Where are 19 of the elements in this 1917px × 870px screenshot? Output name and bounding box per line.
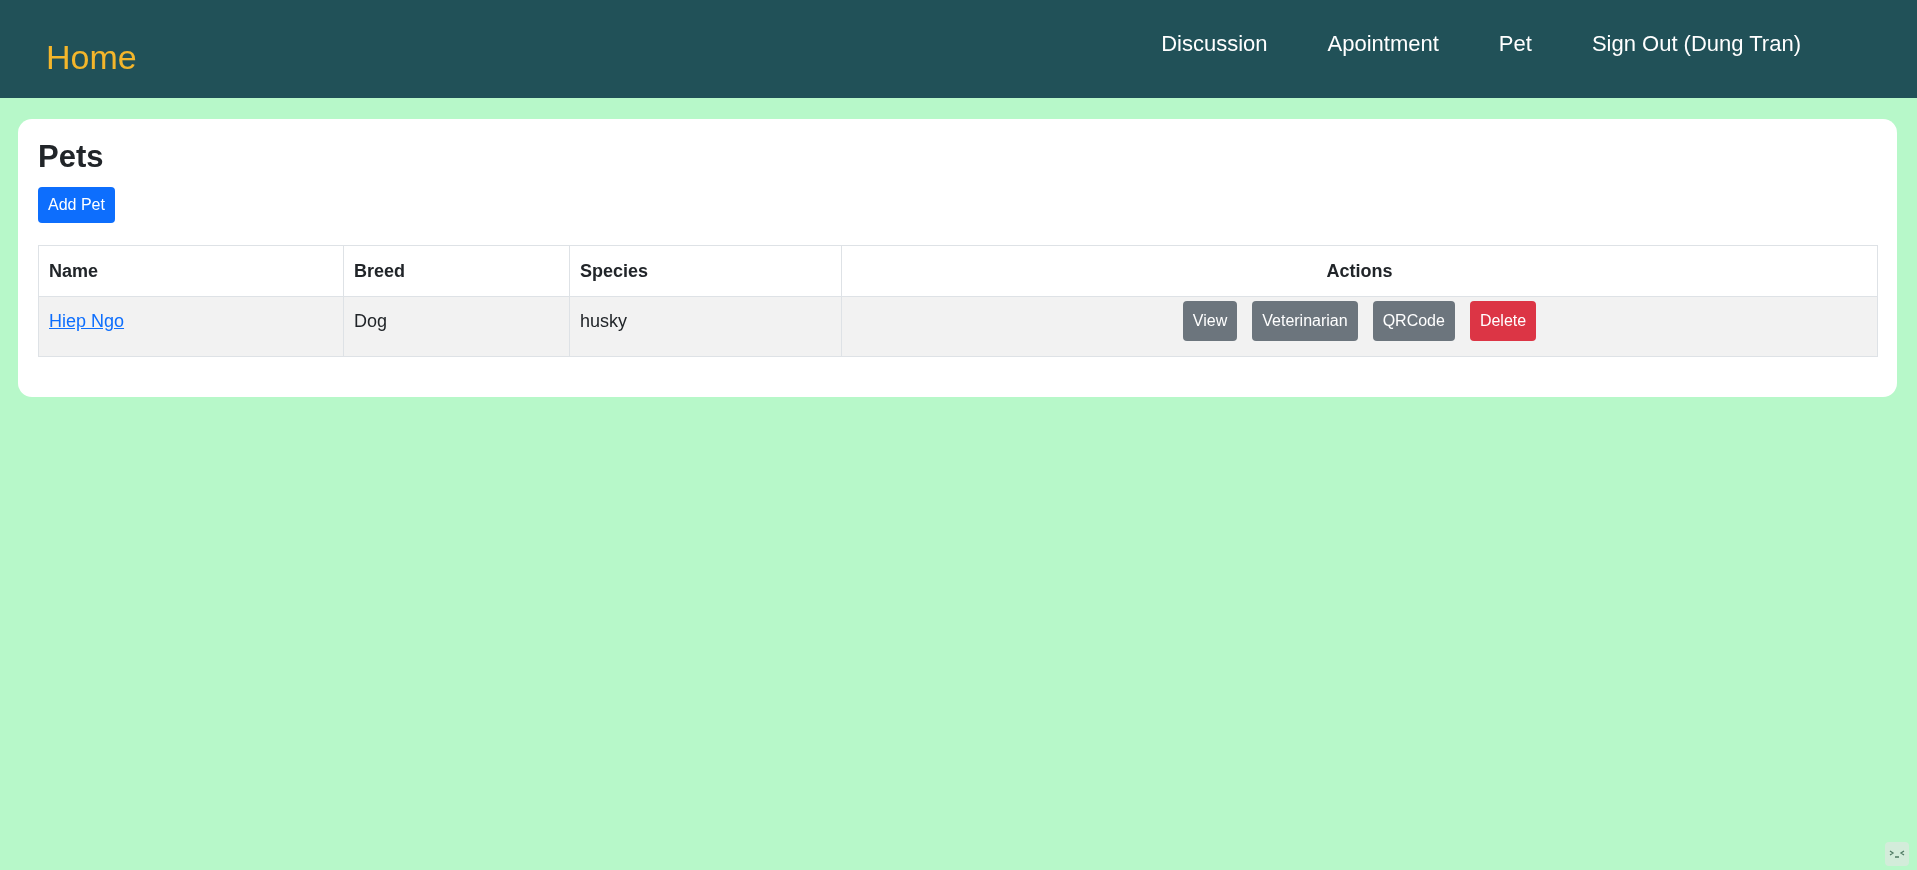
column-header: Name	[38, 245, 344, 297]
table-cell: Dog	[343, 296, 570, 357]
action-button[interactable]: Veterinarian	[1252, 301, 1358, 341]
nav-link[interactable]: Apointment	[1327, 31, 1439, 57]
action-button[interactable]: QRCode	[1372, 301, 1455, 341]
action-button[interactable]: View	[1182, 301, 1238, 341]
column-header: Actions	[841, 245, 1878, 297]
nav-link[interactable]: Discussion	[1161, 31, 1268, 57]
nav-link[interactable]: Pet	[1498, 31, 1532, 57]
table-cell: husky	[569, 296, 842, 357]
brand-link[interactable]: Home	[46, 37, 1162, 77]
face-icon[interactable]	[1885, 842, 1909, 866]
nav-link[interactable]: Sign Out (Dung Tran)	[1591, 31, 1801, 57]
action-button[interactable]: Delete	[1469, 301, 1537, 341]
column-header: Species	[569, 245, 842, 297]
add-pet-button[interactable]: Add Pet	[38, 187, 115, 223]
page-title: Pets	[38, 139, 105, 175]
pet-name-link[interactable]: Hiep Ngo	[49, 311, 125, 331]
column-header: Breed	[343, 245, 570, 297]
